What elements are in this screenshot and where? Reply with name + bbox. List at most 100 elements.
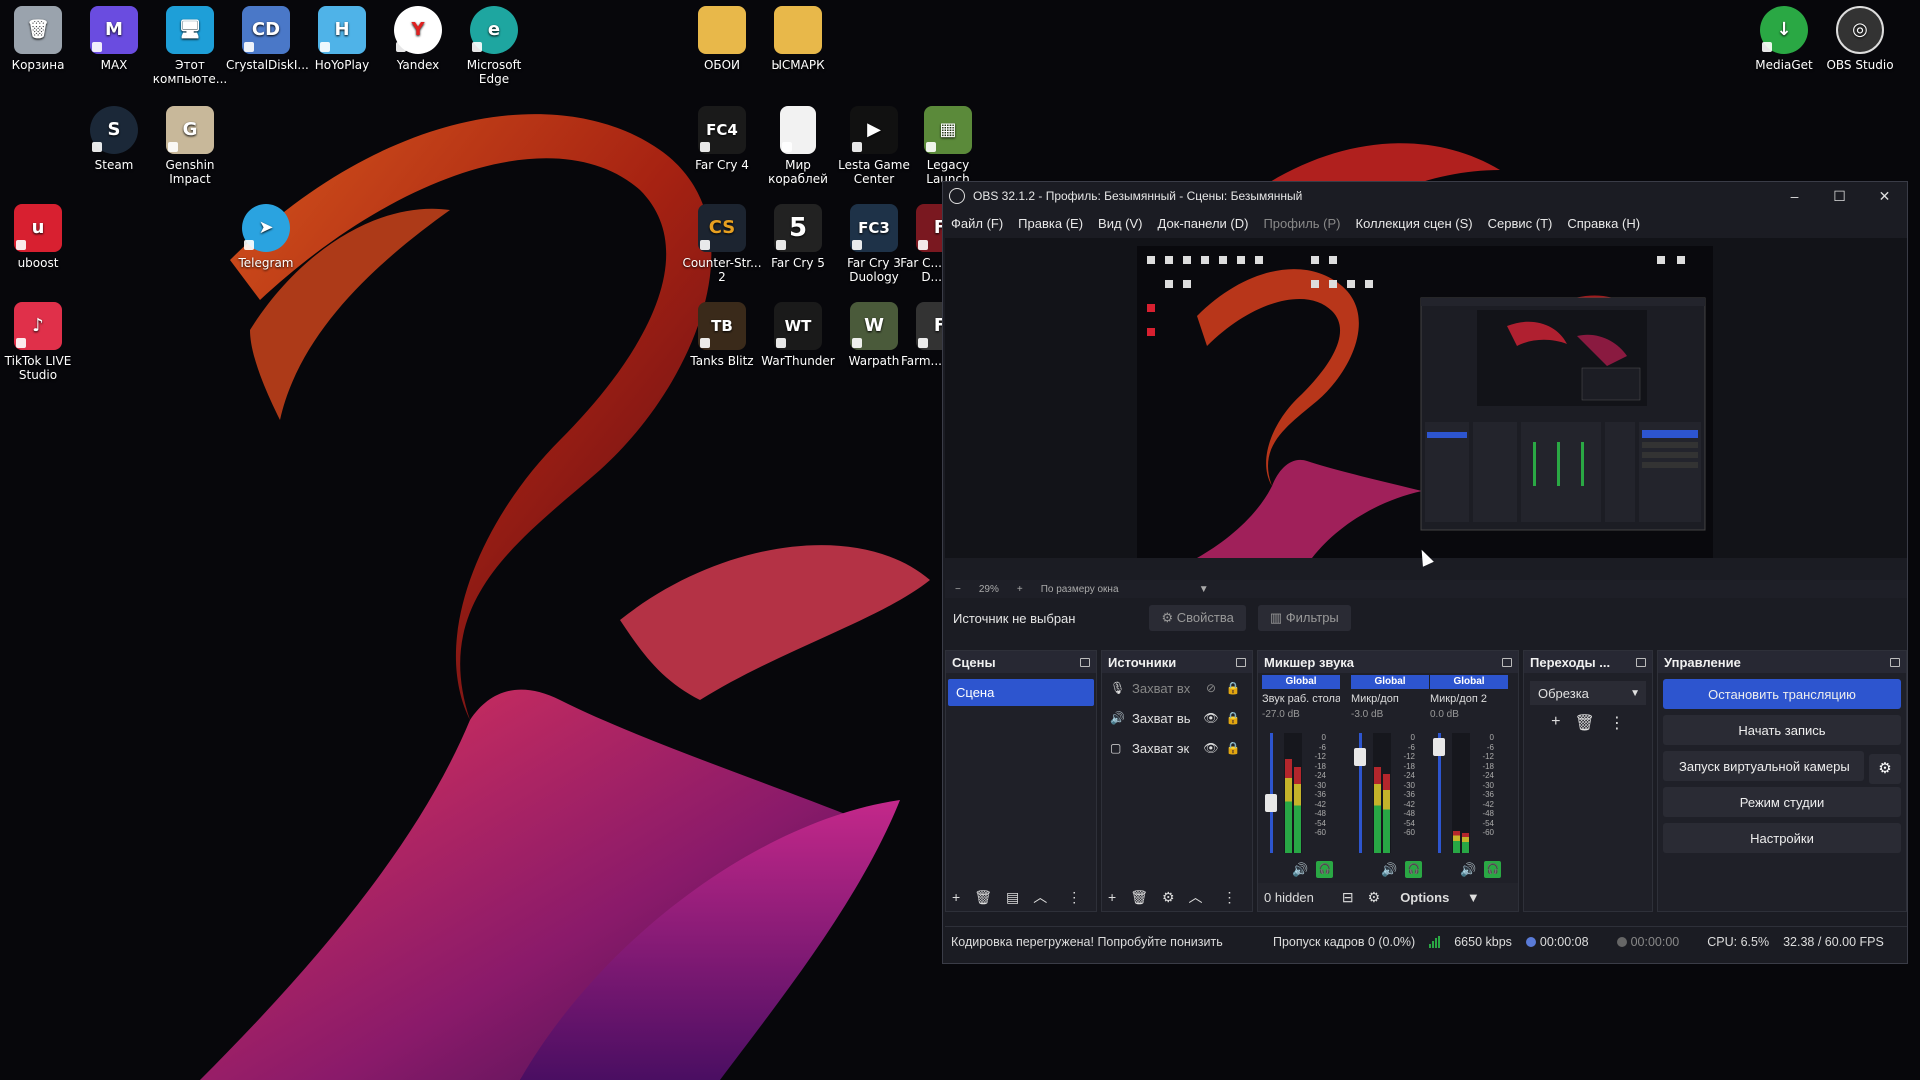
desktop-icon-warthunder[interactable]: WT WarThunder	[758, 302, 838, 368]
gear-icon[interactable]: ⚙	[1162, 889, 1175, 906]
source-item[interactable]: 🎙 Захват вх ⊘ 🔒	[1102, 673, 1252, 703]
zoom-in-button[interactable]: +	[1017, 584, 1023, 595]
headphones-icon[interactable]: 🎧	[1316, 861, 1334, 878]
more-icon[interactable]: ⋮	[1609, 713, 1625, 733]
desktop-icon-tiktok-live[interactable]: ♪ TikTok LIVE Studio	[0, 302, 78, 382]
preview-canvas[interactable]	[1137, 246, 1713, 558]
add-icon[interactable]: +	[1551, 713, 1560, 733]
chevron-down-icon[interactable]: ▼	[1199, 584, 1209, 595]
fader-knob[interactable]	[1354, 748, 1366, 766]
desktop-icon-uboost[interactable]: u uboost	[0, 204, 78, 270]
virtual-camera-button[interactable]: Запуск виртуальной камеры	[1663, 751, 1864, 781]
desktop-icon-max[interactable]: M MAX	[74, 6, 154, 72]
channel-name[interactable]: Звук раб. стола	[1262, 693, 1340, 705]
eye-icon[interactable]: 👁	[1200, 711, 1222, 725]
desktop-icon-hoyoplay[interactable]: H HoYoPlay	[302, 6, 382, 72]
desktop-icon-yandex[interactable]: Y Yandex	[378, 6, 458, 72]
obs-window[interactable]: OBS 32.1.2 - Профиль: Безымянный - Сцены…	[942, 181, 1908, 964]
fader-knob[interactable]	[1433, 738, 1445, 756]
desktop-icon-tanks-blitz[interactable]: TB Tanks Blitz	[682, 302, 762, 368]
mixer-settings-icon[interactable]: ⚙	[1368, 889, 1381, 906]
volume-fader[interactable]	[1264, 733, 1278, 853]
desktop-icon-steam[interactable]: S Steam	[74, 106, 154, 172]
transition-select[interactable]: Обрезка ▼	[1530, 681, 1646, 705]
desktop-icon-obs-studio[interactable]: ◎ OBS Studio	[1820, 6, 1900, 72]
fader-knob[interactable]	[1265, 794, 1277, 812]
chevron-up-icon[interactable]: ︿	[1033, 887, 1047, 907]
menu-file[interactable]: Файл (F)	[951, 216, 1003, 231]
headphones-icon[interactable]: 🎧	[1405, 861, 1423, 878]
desktop-icon-farcry[interactable]: F Far C... D...	[898, 204, 942, 284]
zoom-out-button[interactable]: −	[955, 584, 961, 595]
headphones-icon[interactable]: 🎧	[1484, 861, 1502, 878]
minimize-button[interactable]: –	[1772, 188, 1817, 205]
desktop-icon-crystaldisk[interactable]: CD CrystalDiskI...	[226, 6, 309, 72]
menu-profile[interactable]: Профиль (P)	[1263, 216, 1340, 231]
menu-edit[interactable]: Правка (E)	[1018, 216, 1083, 231]
volume-fader[interactable]	[1353, 733, 1367, 853]
menu-help[interactable]: Справка (H)	[1567, 216, 1640, 231]
desktop-icon-ysmark[interactable]: ЫСМАРК	[758, 6, 838, 72]
desktop-icon-telegram[interactable]: ➤ Telegram	[226, 204, 306, 270]
channel-name[interactable]: Микр/доп 2	[1430, 693, 1508, 705]
speaker-icon[interactable]: 🔊	[1460, 862, 1476, 878]
lock-icon[interactable]: 🔒	[1222, 711, 1244, 725]
desktop-icon-this-pc[interactable]: 🖥 Этот компьюте...	[150, 6, 230, 86]
zoom-mode-select[interactable]: По размеру окна	[1041, 584, 1181, 595]
more-icon[interactable]: ⋮	[1067, 889, 1081, 906]
speaker-icon[interactable]: 🔊	[1381, 862, 1397, 878]
start-record-button[interactable]: Начать запись	[1663, 715, 1901, 745]
more-icon[interactable]: ⋮	[1223, 889, 1237, 906]
virtual-camera-settings-button[interactable]: ⚙	[1869, 754, 1901, 784]
menu-scene-collection[interactable]: Коллекция сцен (S)	[1356, 216, 1473, 231]
undock-icon[interactable]	[1080, 657, 1090, 667]
undock-icon[interactable]	[1502, 657, 1512, 667]
desktop-icon-recycle-bin[interactable]: 🗑 Корзина	[0, 6, 78, 72]
source-item[interactable]: ▢ Захват эк 👁 🔒	[1102, 733, 1252, 763]
chevron-up-icon[interactable]: ︿	[1189, 887, 1203, 907]
desktop-icon-cs2[interactable]: CS Counter-Str... 2	[682, 204, 762, 284]
trash-icon[interactable]: 🗑	[1575, 713, 1595, 733]
scene-item[interactable]: Сцена	[948, 679, 1094, 706]
eye-icon[interactable]: 👁	[1200, 741, 1222, 755]
lock-icon[interactable]: 🔒	[1222, 681, 1244, 695]
eye-hidden-icon[interactable]: ⊘	[1200, 681, 1222, 695]
add-icon[interactable]: +	[1108, 889, 1116, 905]
channel-name[interactable]: Микр/доп	[1351, 693, 1429, 705]
scene-filter-icon[interactable]: ▤	[1006, 889, 1019, 906]
desktop-icon-farming[interactable]: F Farm...	[898, 302, 942, 368]
properties-button[interactable]: ⚙ Свойства	[1149, 605, 1246, 631]
speaker-icon[interactable]: 🔊	[1292, 862, 1308, 878]
maximize-button[interactable]: ☐	[1817, 188, 1862, 205]
desktop-icon-oboi[interactable]: ОБОИ	[682, 6, 762, 72]
desktop-icon-farcry4[interactable]: FC4 Far Cry 4	[682, 106, 762, 172]
undock-icon[interactable]	[1636, 657, 1646, 667]
menu-view[interactable]: Вид (V)	[1098, 216, 1142, 231]
add-icon[interactable]: +	[952, 889, 960, 905]
trash-icon[interactable]: 🗑	[974, 889, 992, 906]
trash-icon[interactable]: 🗑	[1130, 889, 1148, 906]
close-button[interactable]: ✕	[1862, 188, 1907, 205]
desktop-icon-legacy-launcher[interactable]: ▦ Legacy Launch	[908, 106, 988, 186]
desktop-icon-edge[interactable]: e Microsoft Edge	[454, 6, 534, 86]
desktop-icon-mir-korabley[interactable]: Мир кораблей	[758, 106, 838, 186]
desktop-icon-mediaget[interactable]: ↓ MediaGet	[1744, 6, 1824, 72]
layout-icon[interactable]: ⊟	[1342, 889, 1354, 906]
lock-icon[interactable]: 🔒	[1222, 741, 1244, 755]
options-button[interactable]: Options ▼	[1400, 890, 1480, 905]
desktop-icon-lesta[interactable]: ▶ Lesta Game Center	[834, 106, 914, 186]
volume-fader[interactable]	[1432, 733, 1446, 853]
menu-docks[interactable]: Док-панели (D)	[1158, 216, 1249, 231]
settings-button[interactable]: Настройки	[1663, 823, 1901, 853]
stop-stream-button[interactable]: Остановить трансляцию	[1663, 679, 1901, 709]
title-bar[interactable]: OBS 32.1.2 - Профиль: Безымянный - Сцены…	[943, 182, 1907, 210]
menu-tools[interactable]: Сервис (T)	[1488, 216, 1553, 231]
undock-icon[interactable]	[1236, 657, 1246, 667]
source-item[interactable]: 🔊 Захват вь 👁 🔒	[1102, 703, 1252, 733]
preview-area[interactable]	[945, 238, 1907, 558]
desktop-icon-farcry5[interactable]: 5 Far Cry 5	[758, 204, 838, 270]
studio-mode-button[interactable]: Режим студии	[1663, 787, 1901, 817]
desktop-icon-genshin[interactable]: G Genshin Impact	[150, 106, 230, 186]
filters-button[interactable]: ▥ Фильтры	[1257, 605, 1351, 631]
undock-icon[interactable]	[1890, 657, 1900, 667]
